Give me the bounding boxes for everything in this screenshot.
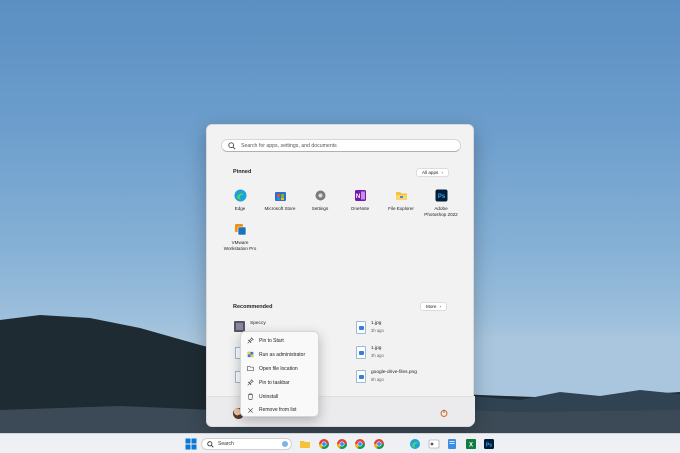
folder-icon — [395, 192, 407, 200]
all-apps-label: All apps — [422, 170, 439, 175]
menu-item-run-as-administrator[interactable]: Run as administrator — [241, 348, 318, 362]
search-icon — [228, 141, 236, 150]
recommended-heading: Recommended — [233, 304, 273, 310]
chrome-taskbar-icon[interactable] — [354, 438, 366, 450]
recommended-item-name: Speccy — [250, 321, 266, 326]
image-file-icon — [356, 370, 366, 383]
all-apps-button[interactable]: All apps › — [416, 168, 449, 177]
menu-item-label: Pin to Start — [259, 337, 284, 344]
pinned-app-label: OneNote — [350, 206, 370, 211]
search-icon — [207, 440, 214, 448]
photoshop-icon: Ps — [435, 189, 447, 202]
close-icon — [248, 407, 253, 413]
pinned-app-label: VMware Workstation Pro — [223, 240, 257, 251]
trash-icon — [247, 393, 254, 400]
recommended-item-name: 1.jpg — [371, 346, 382, 351]
context-menu: Pin to Start Run as administrator Open f… — [240, 331, 319, 417]
taskbar-search-box[interactable]: Search — [201, 438, 292, 450]
chevron-right-icon: › — [441, 170, 443, 175]
store-icon — [274, 192, 286, 201]
recommended-item-time: 3h ago — [371, 328, 384, 333]
taskbar-search-label: Search — [218, 441, 234, 447]
pinned-app-label: Microsoft Store — [264, 206, 296, 211]
power-icon[interactable] — [440, 409, 448, 417]
recommended-item-file[interactable]: 1.jpg 3h ago — [356, 346, 384, 359]
start-search-box[interactable]: Search for apps, settings, and documents — [221, 139, 461, 152]
menu-item-label: Open file location — [259, 365, 298, 372]
svg-text:Ps: Ps — [486, 443, 492, 449]
windows-start-icon[interactable] — [185, 438, 197, 450]
recommended-item-name: 1.jpg — [371, 321, 382, 326]
snipping-tool-taskbar-icon[interactable] — [428, 438, 440, 450]
recommended-item-time: 6h ago — [371, 377, 384, 382]
pinned-app-vmware[interactable]: VMware Workstation Pro — [218, 223, 262, 252]
pinned-app-label: File Explorer — [388, 206, 414, 211]
menu-item-label: Pin to taskbar — [259, 379, 290, 386]
svg-text:N: N — [355, 194, 359, 200]
image-file-icon — [356, 346, 366, 359]
taskbar: Search X Ps — [0, 433, 680, 453]
pinned-app-label: Edge — [234, 206, 246, 211]
more-button[interactable]: More › — [420, 302, 447, 311]
gear-icon — [315, 190, 325, 201]
file-explorer-taskbar-icon[interactable] — [299, 438, 311, 450]
menu-item-uninstall[interactable]: Uninstall — [241, 390, 318, 404]
pinned-app-microsoft-store[interactable]: Microsoft Store — [258, 189, 302, 212]
recommended-item-time: 3h ago — [371, 353, 384, 358]
chrome-taskbar-icon[interactable] — [318, 438, 330, 450]
recommended-item-file[interactable]: 1.jpg 3h ago — [356, 321, 384, 334]
more-label: More — [426, 304, 437, 309]
pinned-app-label: Adobe Photoshop 2022 — [424, 206, 458, 217]
pinned-app-photoshop[interactable]: Ps Adobe Photoshop 2022 — [419, 189, 463, 218]
menu-item-label: Remove from list — [259, 407, 297, 414]
menu-item-pin-to-taskbar[interactable]: Pin to taskbar — [241, 376, 318, 390]
svg-text:X: X — [469, 443, 473, 449]
pinned-heading: Pinned — [233, 169, 252, 175]
chrome-taskbar-icon[interactable] — [373, 438, 385, 450]
shield-icon — [247, 352, 254, 358]
search-placeholder: Search for apps, settings, and documents — [241, 142, 337, 149]
notepad-taskbar-icon[interactable] — [446, 438, 458, 450]
image-file-icon — [356, 321, 366, 334]
pinned-app-file-explorer[interactable]: File Explorer — [379, 189, 423, 212]
recommended-item-file[interactable]: google-drive-files.png 6h ago — [356, 370, 417, 383]
chevron-right-icon: › — [439, 304, 441, 309]
pinned-app-label: Settings — [311, 206, 329, 211]
menu-item-label: Run as administrator — [259, 351, 306, 358]
menu-item-open-file-location[interactable]: Open file location — [241, 362, 318, 376]
pin-icon — [247, 337, 254, 344]
pinned-app-settings[interactable]: Settings — [298, 189, 342, 212]
chrome-taskbar-icon[interactable] — [336, 438, 348, 450]
pinned-app-edge[interactable]: Edge — [218, 189, 262, 212]
menu-item-pin-to-start[interactable]: Pin to Start — [241, 334, 318, 348]
search-highlight-icon — [282, 441, 288, 447]
menu-item-label: Uninstall — [259, 393, 279, 400]
edge-taskbar-icon[interactable] — [409, 438, 421, 450]
onenote-icon: N — [354, 190, 366, 201]
excel-taskbar-icon[interactable]: X — [465, 438, 477, 450]
recommended-item-name: google-drive-files.png — [371, 370, 417, 375]
menu-item-remove-from-list[interactable]: Remove from list — [241, 403, 318, 417]
vmware-icon — [234, 224, 246, 236]
svg-text:Ps: Ps — [437, 194, 445, 200]
folder-open-icon — [247, 366, 254, 372]
pin-icon — [247, 379, 254, 386]
photoshop-taskbar-icon[interactable]: Ps — [483, 438, 495, 450]
edge-icon — [234, 189, 246, 202]
pinned-app-onenote[interactable]: N OneNote — [338, 189, 382, 212]
